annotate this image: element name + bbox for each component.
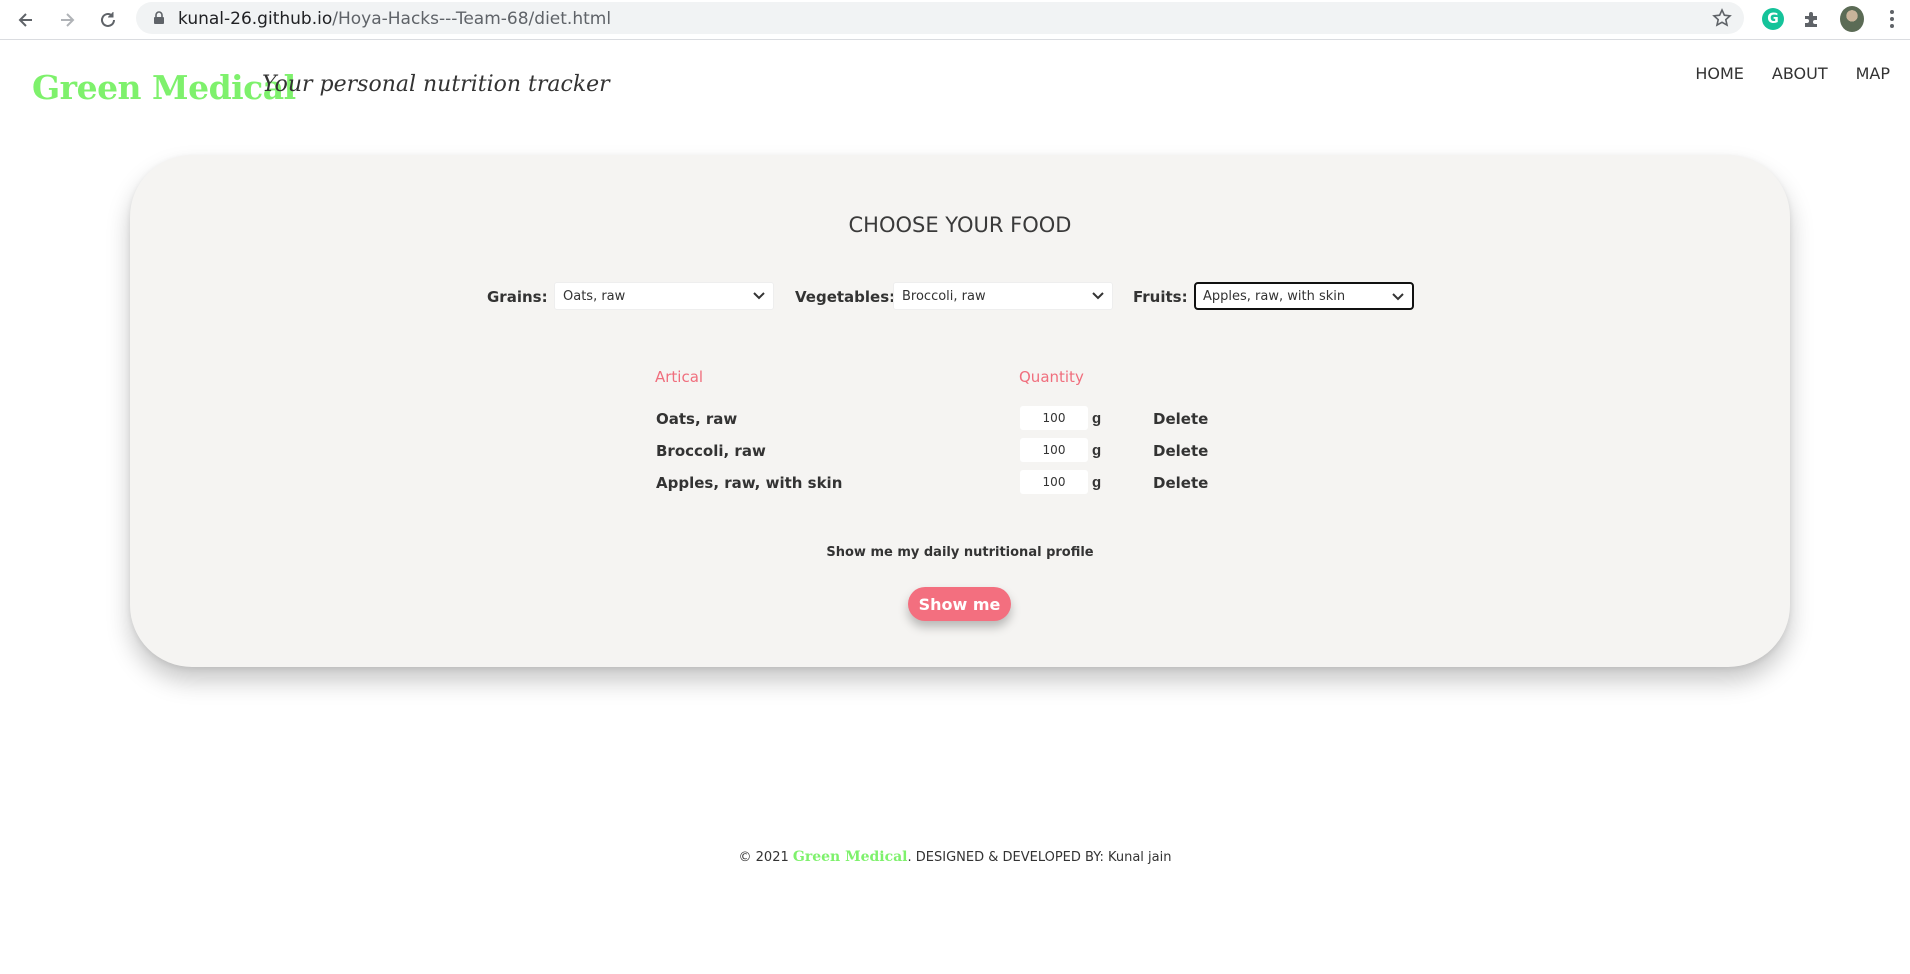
delete-button[interactable]: Delete: [1153, 410, 1208, 428]
page-title: CHOOSE YOUR FOOD: [848, 213, 1072, 237]
vegetables-label: Vegetables:: [795, 288, 896, 306]
chevron-down-icon: [753, 292, 765, 300]
item-name: Oats, raw: [656, 410, 738, 428]
table-row: Oats, raw 100 g Delete: [130, 406, 1790, 432]
unit-label: g: [1092, 410, 1102, 427]
food-selectors: Grains: Oats, raw Vegetables: Broccoli, …: [130, 282, 1790, 312]
food-card: CHOOSE YOUR FOOD Grains: Oats, raw Veget…: [130, 155, 1790, 667]
arrow-right-icon: [61, 13, 75, 27]
quantity-input[interactable]: 100: [1020, 438, 1088, 462]
address-bar[interactable]: kunal-26.github.io/Hoya-Hacks---Team-68/…: [136, 2, 1744, 34]
brand-logo[interactable]: Green Medical: [32, 68, 296, 107]
fruits-select[interactable]: Apples, raw, with skin: [1194, 282, 1414, 310]
grammarly-icon: G: [1762, 8, 1784, 30]
unit-label: g: [1092, 442, 1102, 459]
table-row: Apples, raw, with skin 100 g Delete: [130, 470, 1790, 496]
grains-select[interactable]: Oats, raw: [554, 282, 774, 310]
delete-button[interactable]: Delete: [1153, 474, 1208, 492]
profile-prompt: Show me my daily nutritional profile: [826, 545, 1094, 560]
footer-copyright: © 2021: [738, 850, 789, 865]
nav-about[interactable]: ABOUT: [1772, 64, 1828, 83]
fruits-select-value: Apples, raw, with skin: [1203, 289, 1346, 304]
unit-label: g: [1092, 474, 1102, 491]
delete-button[interactable]: Delete: [1153, 442, 1208, 460]
lock-icon: [154, 11, 164, 24]
extensions-button[interactable]: [1800, 7, 1824, 31]
item-name: Broccoli, raw: [656, 442, 766, 460]
top-nav: HOME ABOUT MAP: [1695, 64, 1890, 83]
column-header-artical: Artical: [655, 368, 704, 386]
back-button[interactable]: [12, 6, 40, 34]
url-path: /Hoya-Hacks---Team-68/diet.html: [332, 9, 612, 29]
footer-credit: . DESIGNED & DEVELOPED BY: Kunal jain: [907, 850, 1172, 865]
browser-toolbar: kunal-26.github.io/Hoya-Hacks---Team-68/…: [0, 0, 1910, 40]
arrow-left-icon: [18, 13, 32, 27]
forward-button[interactable]: [53, 6, 81, 34]
footer: © 2021 Green Medical. DESIGNED & DEVELOP…: [0, 849, 1910, 865]
reload-icon: [101, 12, 115, 27]
reload-button[interactable]: [94, 6, 122, 34]
bookmark-star-icon[interactable]: [1712, 8, 1732, 28]
url-text: kunal-26.github.io/Hoya-Hacks---Team-68/…: [178, 9, 611, 29]
quantity-input[interactable]: 100: [1020, 406, 1088, 430]
chevron-down-icon: [1392, 293, 1404, 301]
browser-menu-button[interactable]: [1884, 6, 1900, 32]
profile-button[interactable]: [1840, 6, 1864, 32]
footer-brand: Green Medical: [792, 849, 908, 865]
table-row: Broccoli, raw 100 g Delete: [130, 438, 1790, 464]
nav-home[interactable]: HOME: [1695, 64, 1744, 83]
grammarly-extension[interactable]: G: [1761, 7, 1785, 31]
url-host: kunal-26.github.io: [178, 9, 333, 29]
quantity-input[interactable]: 100: [1020, 470, 1088, 494]
show-me-button[interactable]: Show me: [908, 587, 1011, 621]
tagline: Your personal nutrition tracker: [262, 72, 610, 97]
nav-map[interactable]: MAP: [1856, 64, 1890, 83]
column-header-quantity: Quantity: [1019, 368, 1084, 386]
fruits-label: Fruits:: [1133, 288, 1188, 306]
puzzle-icon: [1805, 12, 1817, 27]
vegetables-select[interactable]: Broccoli, raw: [893, 282, 1113, 310]
chevron-down-icon: [1092, 292, 1104, 300]
grains-select-value: Oats, raw: [563, 289, 626, 304]
vegetables-select-value: Broccoli, raw: [902, 289, 986, 304]
grains-label: Grains:: [487, 288, 548, 306]
avatar: [1840, 6, 1864, 32]
item-name: Apples, raw, with skin: [656, 474, 843, 492]
